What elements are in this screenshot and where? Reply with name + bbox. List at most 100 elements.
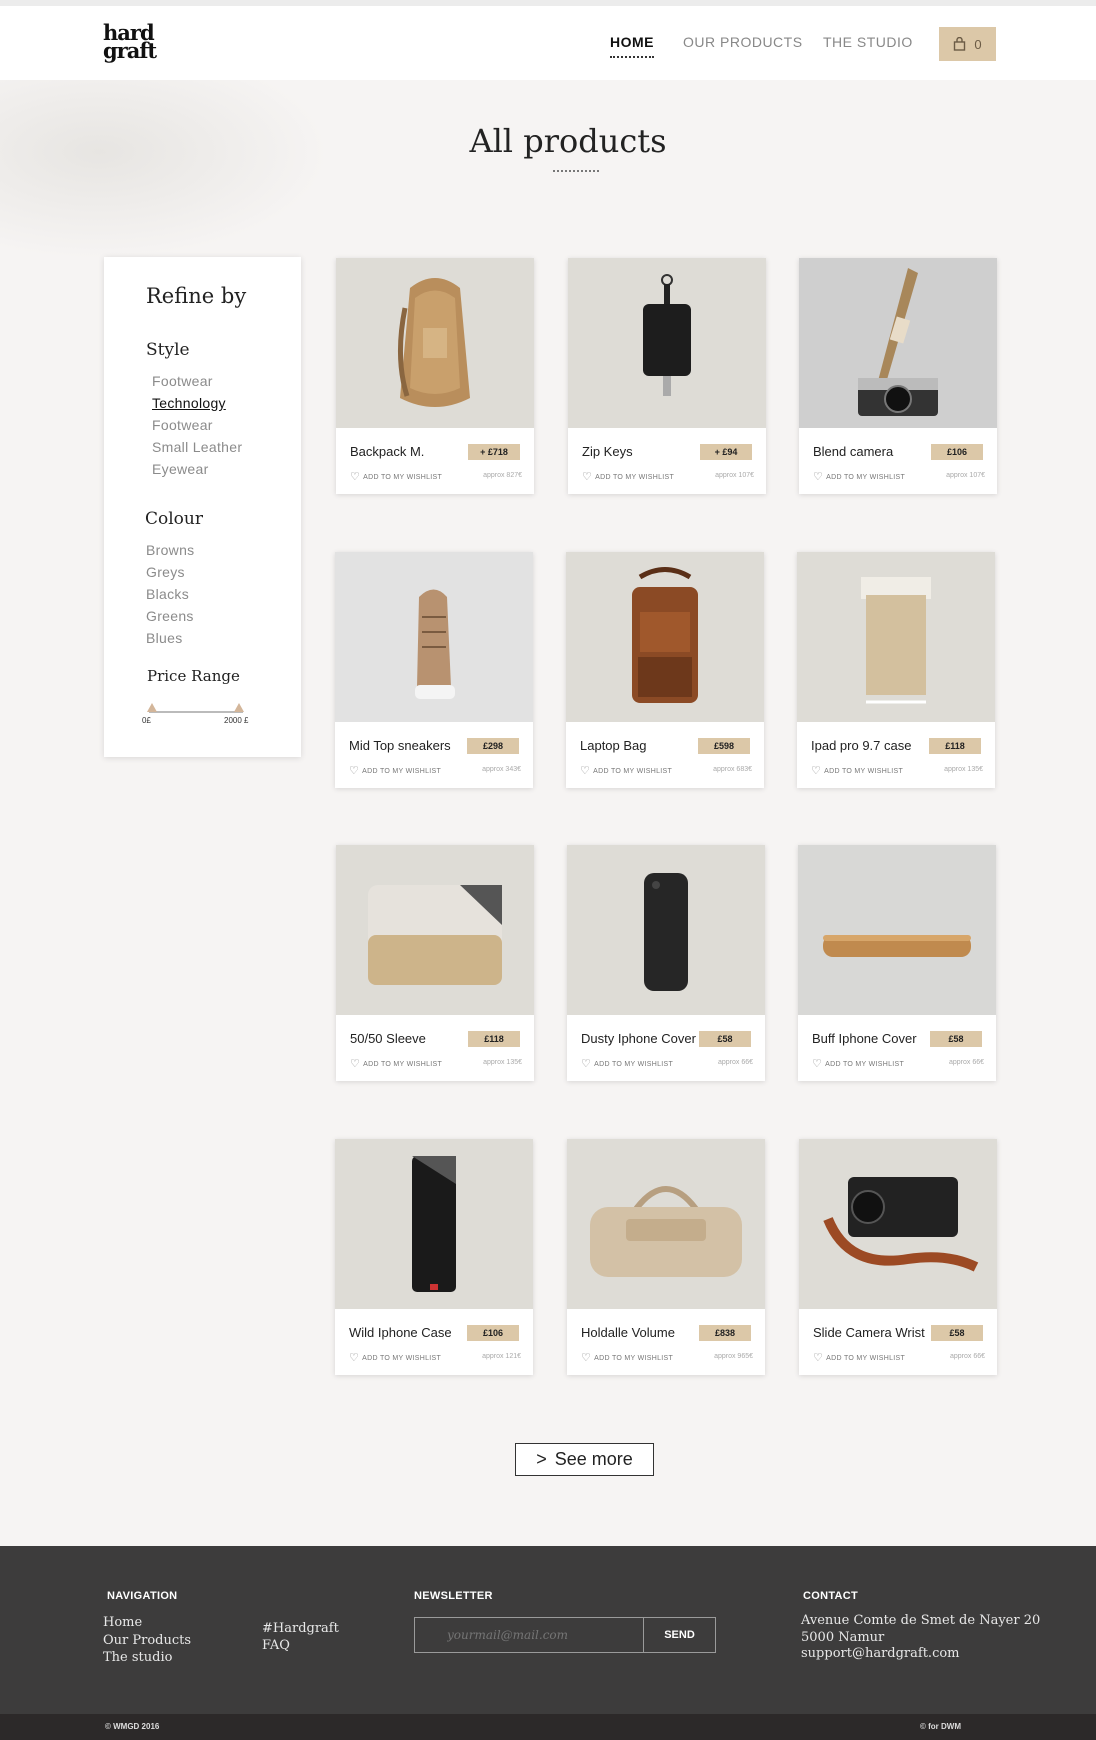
product-name[interactable]: Zip Keys — [582, 444, 633, 459]
product-name[interactable]: Dusty Iphone Cover — [581, 1031, 696, 1046]
brand-logo[interactable]: hard graft — [103, 22, 157, 61]
product-image[interactable] — [335, 552, 533, 722]
footer-link-the-studio[interactable]: The studio — [103, 1650, 172, 1665]
add-to-wishlist-link[interactable]: ♡ ADD TO MY WISHLIST — [811, 764, 903, 777]
newsletter-email-input[interactable] — [414, 1617, 644, 1653]
product-price: £118 — [929, 738, 981, 754]
filter-colour-blues[interactable]: Blues — [146, 630, 183, 646]
see-more-button[interactable]: > See more — [515, 1443, 654, 1476]
footer-link-our-products[interactable]: Our Products — [103, 1633, 191, 1648]
filter-colour-browns[interactable]: Browns — [146, 542, 194, 558]
wishlist-label: ADD TO MY WISHLIST — [594, 1061, 674, 1068]
product-approx-price: approx 121€ — [482, 1353, 521, 1360]
product-name[interactable]: Blend camera — [813, 444, 893, 459]
filter-style-eyewear[interactable]: Eyewear — [152, 461, 209, 477]
product-image[interactable] — [566, 552, 764, 722]
add-to-wishlist-link[interactable]: ♡ ADD TO MY WISHLIST — [349, 1351, 441, 1364]
add-to-wishlist-link[interactable]: ♡ ADD TO MY WISHLIST — [813, 1351, 905, 1364]
price-range-min-handle[interactable] — [147, 703, 157, 712]
product-name[interactable]: Mid Top sneakers — [349, 738, 451, 753]
add-to-wishlist-link[interactable]: ♡ ADD TO MY WISHLIST — [350, 470, 442, 483]
product-card[interactable]: Zip Keys + £94 ♡ ADD TO MY WISHLIST appro… — [568, 258, 766, 494]
product-image[interactable] — [335, 1139, 533, 1309]
product-approx-price: approx 66€ — [949, 1353, 985, 1360]
cart-button[interactable]: 0 — [939, 27, 996, 61]
product-price: £106 — [467, 1325, 519, 1341]
heart-icon: ♡ — [812, 1058, 823, 1070]
add-to-wishlist-link[interactable]: ♡ ADD TO MY WISHLIST — [350, 1057, 442, 1070]
add-to-wishlist-link[interactable]: ♡ ADD TO MY WISHLIST — [582, 470, 674, 483]
newsletter-heading: NEWSLETTER — [414, 1590, 493, 1602]
add-to-wishlist-link[interactable]: ♡ ADD TO MY WISHLIST — [812, 1057, 904, 1070]
product-card[interactable]: Laptop Bag £598 ♡ ADD TO MY WISHLIST appr… — [566, 552, 764, 788]
nav-home[interactable]: HOME — [610, 34, 654, 58]
wishlist-label: ADD TO MY WISHLIST — [824, 768, 904, 775]
product-card[interactable]: Ipad pro 9.7 case £118 ♡ ADD TO MY WISHLI… — [797, 552, 995, 788]
product-card[interactable]: Buff Iphone Cover £58 ♡ ADD TO MY WISHLIS… — [798, 845, 996, 1081]
product-name[interactable]: Ipad pro 9.7 case — [811, 738, 911, 753]
product-approx-price: approx 965€ — [714, 1353, 753, 1360]
price-range-min-label: 0£ — [142, 716, 151, 725]
price-range-max-handle[interactable] — [234, 703, 244, 712]
product-name[interactable]: 50/50 Sleeve — [350, 1031, 426, 1046]
product-card[interactable]: Blend camera £106 ♡ ADD TO MY WISHLIST ap… — [799, 258, 997, 494]
filter-style-small-leather[interactable]: Small Leather — [152, 439, 242, 455]
product-price: £106 — [931, 444, 983, 460]
page-title: All products — [469, 122, 667, 160]
heart-icon: ♡ — [350, 1058, 361, 1070]
nav-the-studio[interactable]: THE STUDIO — [823, 34, 913, 50]
product-image[interactable] — [568, 258, 766, 428]
add-to-wishlist-link[interactable]: ♡ ADD TO MY WISHLIST — [581, 1351, 673, 1364]
product-image[interactable] — [567, 1139, 765, 1309]
product-card[interactable]: Holdalle Volume £838 ♡ ADD TO MY WISHLIST… — [567, 1139, 765, 1375]
product-card[interactable]: Wild Iphone Case £106 ♡ ADD TO MY WISHLIS… — [335, 1139, 533, 1375]
filter-style-technology[interactable]: Technology — [152, 395, 226, 411]
add-to-wishlist-link[interactable]: ♡ ADD TO MY WISHLIST — [580, 764, 672, 777]
product-price: £58 — [930, 1031, 982, 1047]
product-price: £838 — [699, 1325, 751, 1341]
product-name[interactable]: Holdalle Volume — [581, 1325, 675, 1340]
heart-icon: ♡ — [349, 1352, 360, 1364]
add-to-wishlist-link[interactable]: ♡ ADD TO MY WISHLIST — [581, 1057, 673, 1070]
product-name[interactable]: Wild Iphone Case — [349, 1325, 452, 1340]
product-image[interactable] — [799, 1139, 997, 1309]
filter-style-footwear[interactable]: Footwear — [152, 373, 213, 389]
product-card[interactable]: 50/50 Sleeve £118 ♡ ADD TO MY WISHLIST ap… — [336, 845, 534, 1081]
product-approx-price: approx 66€ — [717, 1059, 753, 1066]
nav-our-products[interactable]: OUR PRODUCTS — [683, 34, 803, 50]
product-image[interactable] — [336, 845, 534, 1015]
add-to-wishlist-link[interactable]: ♡ ADD TO MY WISHLIST — [349, 764, 441, 777]
colour-heading: Colour — [145, 509, 203, 529]
wishlist-label: ADD TO MY WISHLIST — [595, 474, 675, 481]
footer-link-hardgraft[interactable]: #Hardgraft — [262, 1621, 339, 1636]
heart-icon: ♡ — [813, 1352, 824, 1364]
product-name[interactable]: Laptop Bag — [580, 738, 647, 753]
product-image[interactable] — [799, 258, 997, 428]
heart-icon: ♡ — [581, 1352, 592, 1364]
filter-colour-greens[interactable]: Greens — [146, 608, 194, 624]
product-card[interactable]: Backpack M. + £718 ♡ ADD TO MY WISHLIST a… — [336, 258, 534, 494]
newsletter-send-button[interactable]: SEND — [643, 1617, 716, 1653]
add-to-wishlist-link[interactable]: ♡ ADD TO MY WISHLIST — [813, 470, 905, 483]
wishlist-label: ADD TO MY WISHLIST — [363, 1061, 443, 1068]
footer-link-faq[interactable]: FAQ — [262, 1638, 290, 1653]
filter-colour-greys[interactable]: Greys — [146, 564, 185, 580]
product-name[interactable]: Backpack M. — [350, 444, 424, 459]
product-name[interactable]: Buff Iphone Cover — [812, 1031, 917, 1046]
product-image[interactable] — [567, 845, 765, 1015]
title-divider — [553, 170, 599, 172]
contact-city: 5000 Namur — [801, 1630, 885, 1645]
product-image[interactable] — [797, 552, 995, 722]
product-image[interactable] — [798, 845, 996, 1015]
price-range-track[interactable] — [149, 711, 243, 713]
product-card[interactable]: Mid Top sneakers £298 ♡ ADD TO MY WISHLIS… — [335, 552, 533, 788]
product-name[interactable]: Slide Camera Wrist — [813, 1325, 925, 1340]
product-card[interactable]: Slide Camera Wrist £58 ♡ ADD TO MY WISHLI… — [799, 1139, 997, 1375]
product-image[interactable] — [336, 258, 534, 428]
footer-link-home[interactable]: Home — [103, 1615, 142, 1630]
filter-style-footwear-2[interactable]: Footwear — [152, 417, 213, 433]
contact-email[interactable]: support@hardgraft.com — [801, 1646, 960, 1661]
product-card[interactable]: Dusty Iphone Cover £58 ♡ ADD TO MY WISHLI… — [567, 845, 765, 1081]
filter-colour-blacks[interactable]: Blacks — [146, 586, 189, 602]
product-approx-price: approx 827€ — [483, 472, 522, 479]
